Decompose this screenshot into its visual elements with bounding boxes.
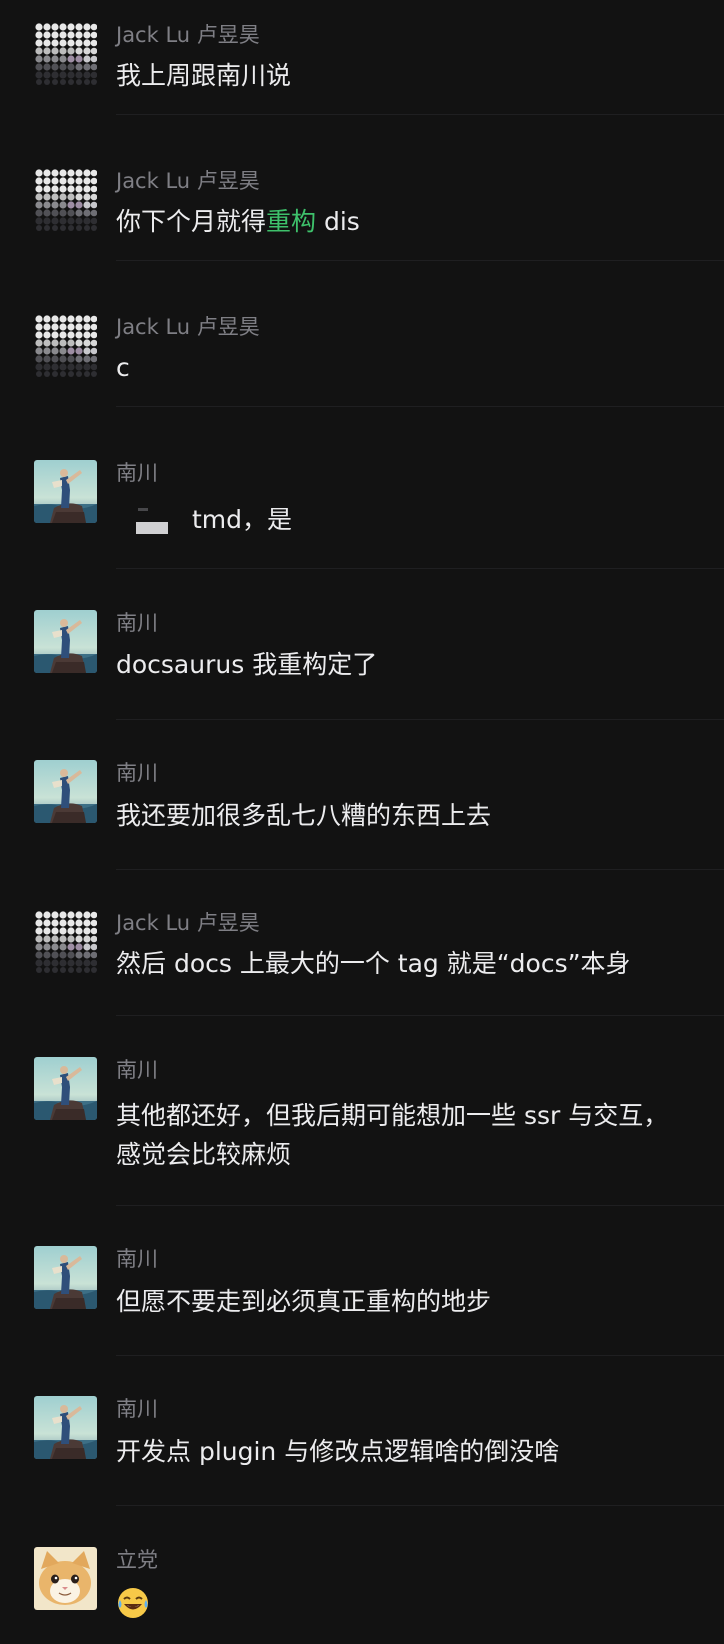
sender-name[interactable]: 立党 [116,1547,158,1573]
message-text: docsaurus 我重构定了 [116,650,378,679]
message-item[interactable]: Jack Lu 卢昱昊 c [0,261,724,407]
chat-message-list[interactable]: Jack Lu 卢昱昊 我上周跟南川说 Jack Lu 卢昱昊 你下个月就得重构… [0,0,724,1644]
message-item[interactable]: 南川 tmd，是 [0,407,724,569]
message-text: 开发点 plugin 与修改点逻辑啥的倒没啥 [116,1437,560,1466]
pixel-avatar-icon[interactable] [34,22,97,85]
message-text [116,1586,696,1629]
statue-avatar-icon[interactable] [34,760,97,823]
sender-name[interactable]: 南川 [116,610,158,636]
message-text: c [116,353,130,382]
cat-avatar-icon[interactable] [34,1547,97,1610]
message-text-part: dis [316,207,360,236]
message-item[interactable]: 南川 docsaurus 我重构定了 [0,569,724,720]
highlighted-keyword: 重构 [266,207,317,236]
sender-name[interactable]: 南川 [116,1396,158,1422]
statue-avatar-icon[interactable] [34,610,97,673]
message-item[interactable]: Jack Lu 卢昱昊 我上周跟南川说 [0,0,724,115]
message-item[interactable]: 立党 [0,1506,724,1644]
message-text: 我上周跟南川说 [116,61,292,90]
statue-avatar-icon[interactable] [34,1057,97,1120]
sender-name[interactable]: 南川 [116,760,158,786]
message-text-part: 你下个月就得 [116,207,267,236]
message-text: tmd，是 [116,502,696,539]
message-item[interactable]: 南川 但愿不要走到必须真正重构的地步 [0,1206,724,1356]
pixel-avatar-icon[interactable] [34,910,97,973]
laughing-tears-emoji-icon [116,1586,150,1629]
message-text: 然后 docs 上最大的一个 tag 就是“docs”本身 [116,949,631,978]
sender-name[interactable]: 南川 [116,1057,158,1083]
message-item[interactable]: Jack Lu 卢昱昊 然后 docs 上最大的一个 tag 就是“docs”本… [0,870,724,1016]
sender-name[interactable]: Jack Lu 卢昱昊 [116,910,260,936]
sender-name[interactable]: 南川 [116,460,158,486]
statue-avatar-icon[interactable] [34,1396,97,1459]
message-text-part: tmd，是 [192,505,293,534]
message-item[interactable]: Jack Lu 卢昱昊 你下个月就得重构 dis [0,115,724,261]
message-item[interactable]: 南川 开发点 plugin 与修改点逻辑啥的倒没啥 [0,1356,724,1506]
message-text: 但愿不要走到必须真正重构的地步 [116,1287,492,1316]
message-text: 其他都还好，但我后期可能想加一些 ssr 与交互，感觉会比较麻烦 [116,1101,669,1169]
message-text: 你下个月就得重构 dis [116,204,696,239]
sender-name[interactable]: Jack Lu 卢昱昊 [116,22,260,48]
message-item[interactable]: 南川 我还要加很多乱七八糟的东西上去 [0,720,724,870]
sender-name[interactable]: Jack Lu 卢昱昊 [116,314,260,340]
sender-name[interactable]: 南川 [116,1246,158,1272]
message-text: 我还要加很多乱七八糟的东西上去 [116,801,492,830]
sender-name[interactable]: Jack Lu 卢昱昊 [116,168,260,194]
pixel-avatar-icon[interactable] [34,314,97,377]
pixel-avatar-icon[interactable] [34,168,97,231]
statue-avatar-icon[interactable] [34,1246,97,1309]
statue-avatar-icon[interactable] [34,460,97,523]
message-item[interactable]: 南川 其他都还好，但我后期可能想加一些 ssr 与交互，感觉会比较麻烦 [0,1016,724,1206]
blurred-sticker-icon[interactable] [116,504,186,539]
